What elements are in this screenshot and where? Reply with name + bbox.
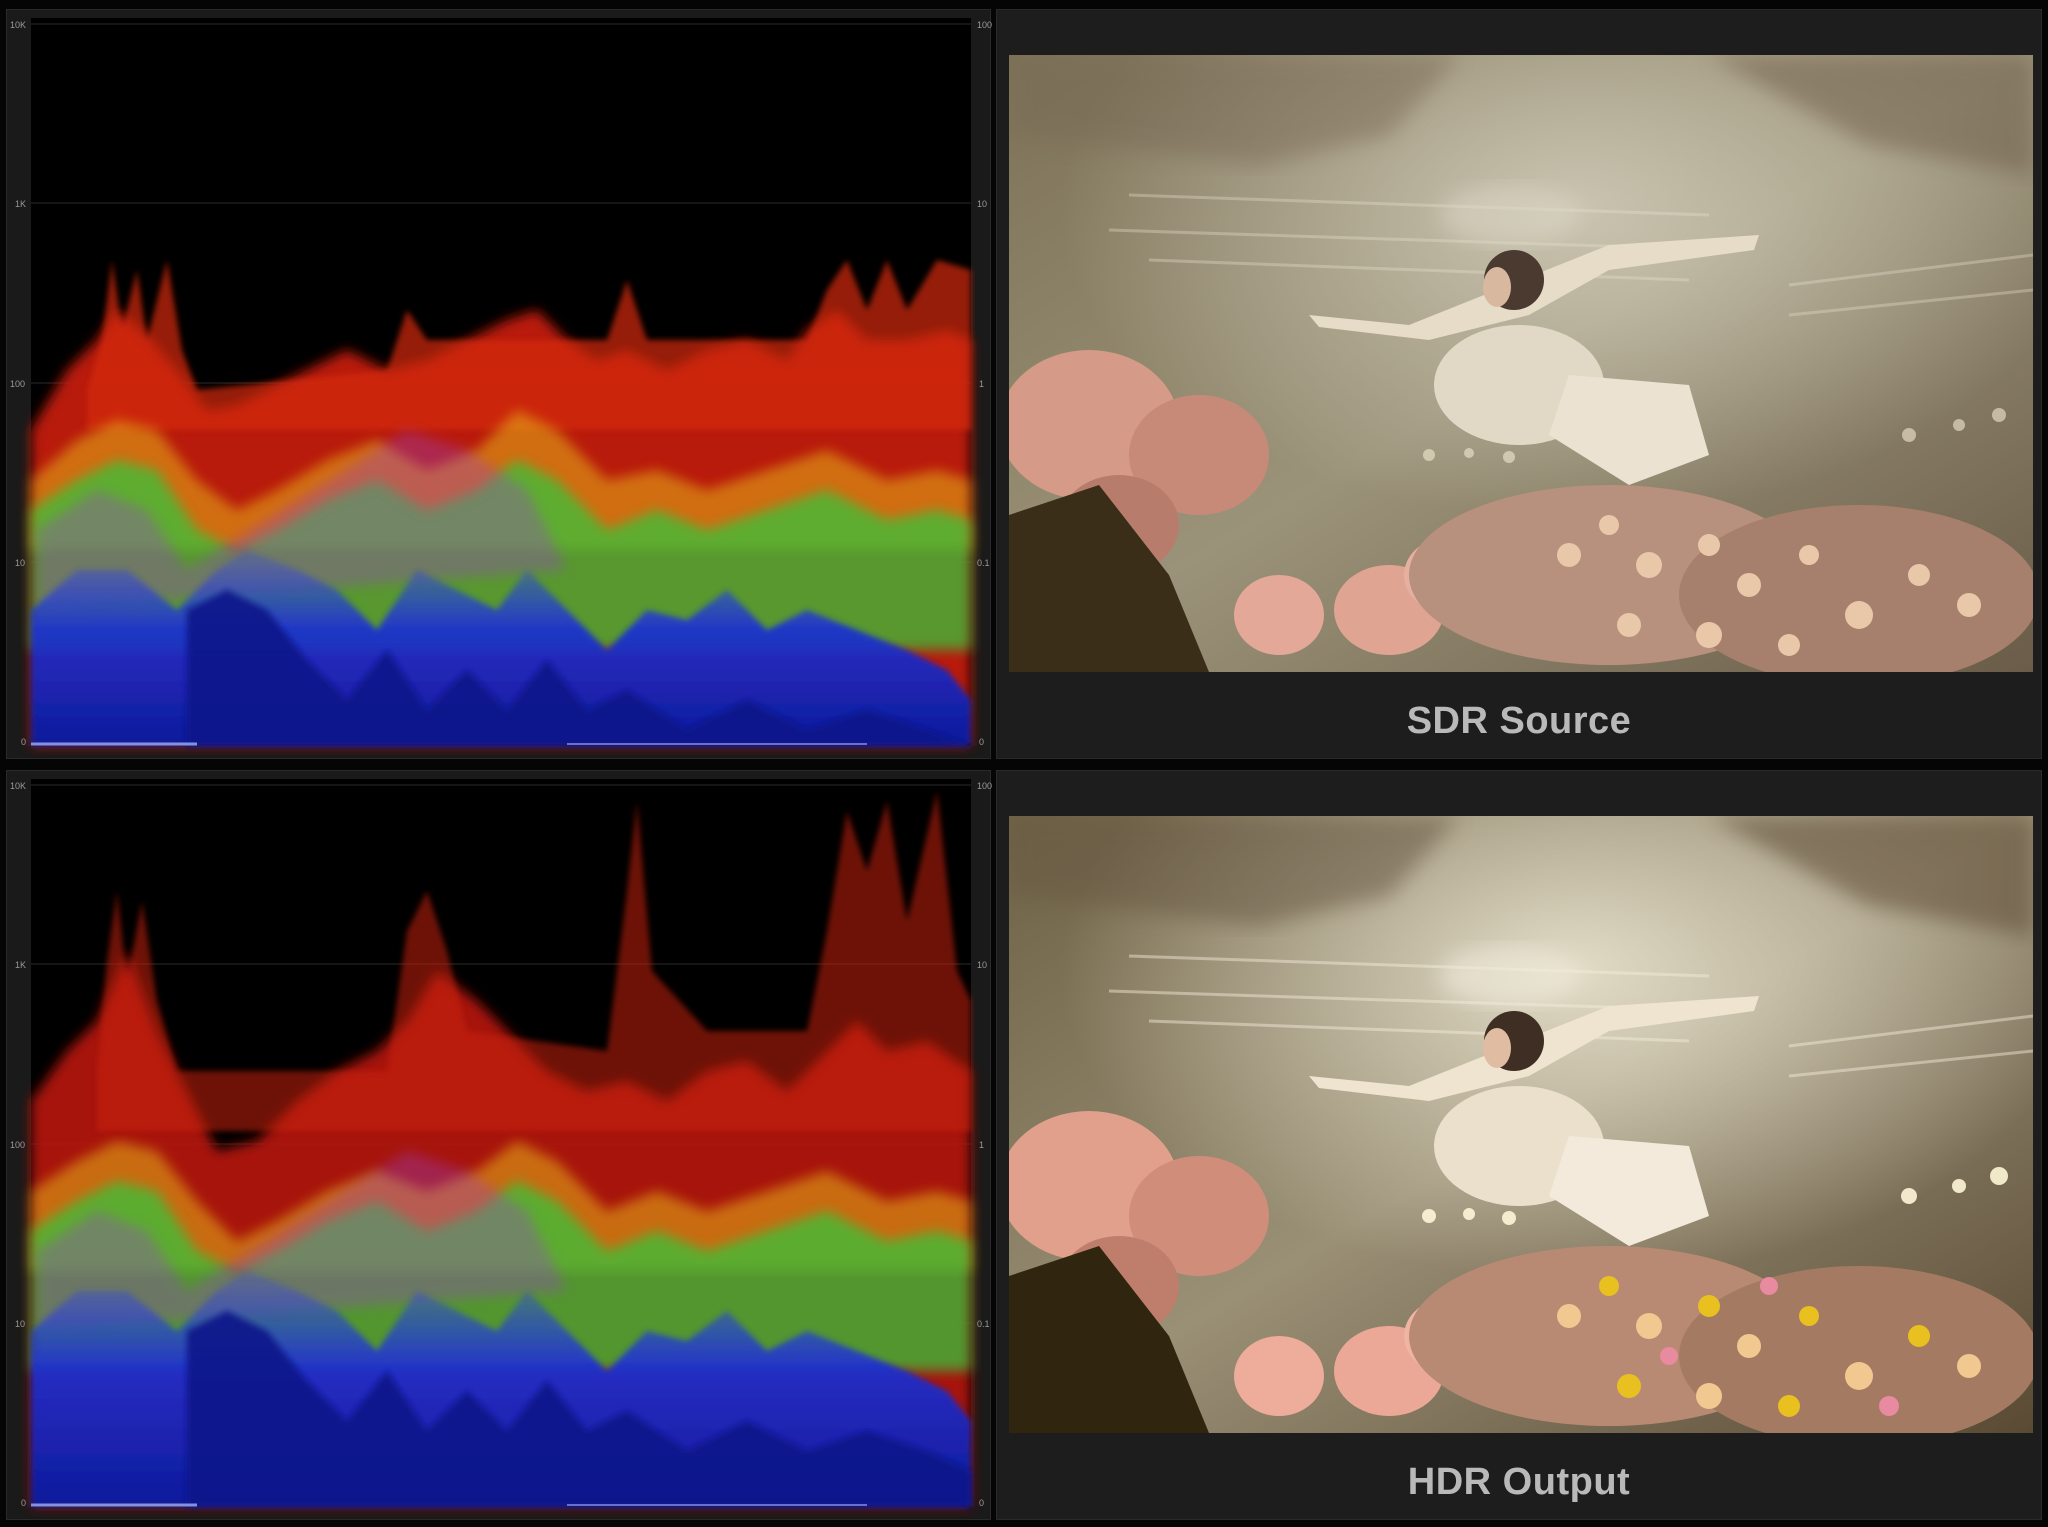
hdr-viewer: HDR Output [996,770,2042,1520]
scope-left-tick: 100 [10,1140,25,1150]
hdr-comparison-row: 10K 1K 100 10 0 100 10 1 0.1 0 HDR Outpu… [0,764,2048,1522]
sdr-frame-image[interactable] [1009,55,2033,672]
scope-left-tick: 10K [10,781,26,791]
scope-right-tick: 100 [977,20,992,30]
scope-left-tick: 1K [15,960,26,970]
scope-right-tick: 10 [977,960,987,970]
scope-right-tick: 0 [979,1498,984,1508]
scope-left-tick: 100 [10,379,25,389]
panel-caption: HDR Output [1407,1461,1631,1503]
panel-caption: SDR Source [1406,700,1632,742]
scope-right-tick: 0.1 [977,558,990,568]
sdr-viewer: SDR Source [996,9,2042,759]
scope-right-tick: 100 [977,781,992,791]
sdr-waveform-scope[interactable]: 10K 1K 100 10 0 100 10 1 0.1 0 [6,9,992,759]
scope-right-tick: 1 [979,379,984,389]
scope-right-tick: 1 [979,1140,984,1150]
scope-left-tick: 10 [15,558,25,568]
scope-right-tick: 0 [979,737,984,747]
sdr-waveform-trace [31,260,971,746]
scope-left-tick: 10K [10,20,26,30]
scope-left-tick: 10 [15,1319,25,1329]
sdr-comparison-row: 10K 1K 100 10 0 100 10 1 0.1 0 SDR Sourc… [0,3,2048,761]
scope-left-tick: 0 [21,737,26,747]
hdr-frame-image[interactable] [1009,816,2033,1433]
scope-right-tick: 0.1 [977,1319,990,1329]
scope-left-tick: 1K [15,199,26,209]
scope-left-tick: 0 [21,1498,26,1508]
hdr-waveform-scope[interactable]: 10K 1K 100 10 0 100 10 1 0.1 0 [6,770,992,1520]
scope-right-tick: 10 [977,199,987,209]
